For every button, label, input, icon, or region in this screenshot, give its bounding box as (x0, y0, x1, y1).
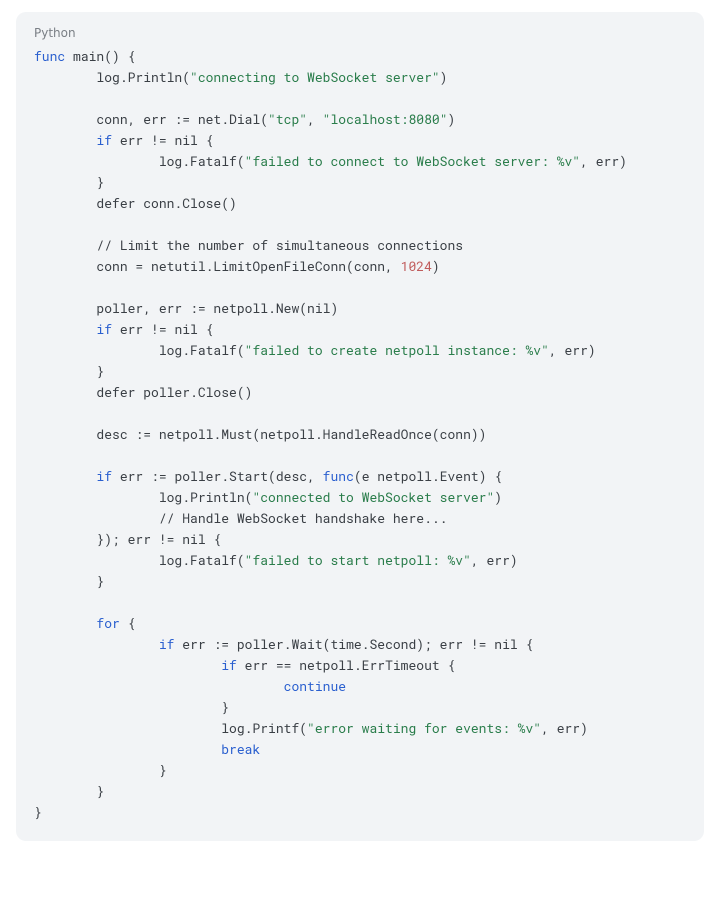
code-content: func main() { log.Println("connecting to… (34, 46, 686, 823)
code-block: Python func main() { log.Println("connec… (16, 12, 704, 841)
code-language-label: Python (34, 26, 686, 40)
